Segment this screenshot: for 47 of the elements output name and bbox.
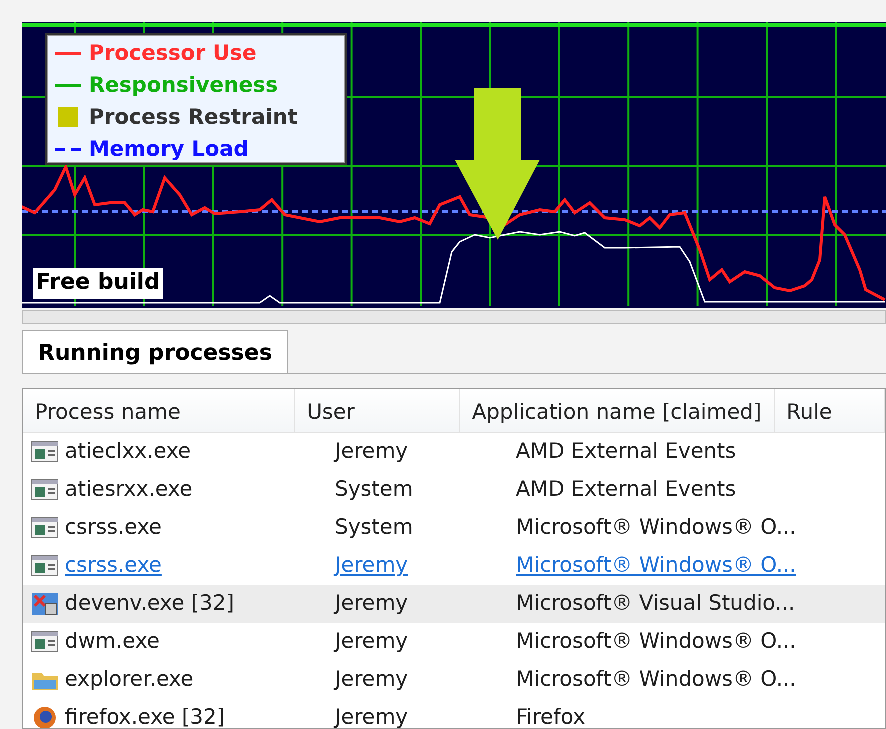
process-row[interactable]: devenv.exe [32] Jeremy Microsoft® Visual Studio... (23, 585, 885, 623)
process-name: atiesrxx.exe (65, 476, 193, 504)
globe-icon (31, 706, 59, 728)
user-cell-text: Jeremy (332, 590, 410, 618)
application-cell-text: Microsoft® Windows® O... (515, 666, 798, 694)
user-cell-text: Jeremy (332, 628, 410, 656)
legend-label: Memory Load (89, 138, 249, 160)
build-label: Free build (33, 268, 164, 299)
application-cell-text: Microsoft® Windows® O... (515, 628, 798, 656)
user-cell-text: Jeremy (332, 552, 410, 580)
column-header[interactable]: User (295, 389, 460, 432)
application-cell-text: AMD External Events (515, 476, 738, 504)
legend-label: Processor Use (89, 42, 257, 64)
user-cell-text: Jeremy (332, 438, 410, 466)
legend-label: Responsiveness (89, 74, 278, 96)
application-cell-text: AMD External Events (515, 438, 738, 466)
application-cell-text: Microsoft® Windows® O... (515, 552, 798, 580)
process-row[interactable]: explorer.exe Jeremy Microsoft® Windows® O... (23, 661, 885, 699)
process-row[interactable]: atiesrxx.exe System AMD External Events (23, 471, 885, 509)
process-name: explorer.exe (65, 666, 194, 694)
process-name: csrss.exe (65, 514, 162, 542)
process-name: dwm.exe (65, 628, 160, 656)
splitter-bar[interactable] (22, 310, 886, 324)
process-name: csrss.exe (65, 552, 162, 580)
application-cell-text: Microsoft® Windows® O... (515, 514, 798, 542)
process-name: atieclxx.exe (65, 438, 192, 466)
user-cell-text: System (334, 514, 414, 542)
column-header[interactable]: Application name [claimed] (460, 389, 775, 432)
window-icon (31, 630, 59, 654)
window-icon (31, 554, 59, 578)
user-cell-text: System (334, 476, 414, 504)
process-row[interactable]: csrss.exe System Microsoft® Windows® O... (23, 509, 885, 547)
window-icon (31, 478, 59, 502)
application-cell-text: Microsoft® Visual Studio... (515, 590, 796, 618)
user-cell-text: Jeremy (332, 666, 410, 694)
column-header[interactable]: Process name (23, 389, 296, 432)
process-name: devenv.exe [32] (65, 590, 234, 618)
process-row[interactable]: dwm.exe Jeremy Microsoft® Windows® O... (23, 623, 885, 661)
process-name: firefox.exe [32] (65, 704, 226, 728)
legend-label: Process Restraint (89, 106, 298, 128)
tab[interactable]: Running processes (22, 330, 288, 373)
window-icon (31, 440, 59, 464)
application-cell-text: Firefox (515, 704, 587, 728)
window-icon (31, 516, 59, 540)
process-row[interactable]: atieclxx.exe Jeremy AMD External Events (23, 433, 885, 471)
process-row[interactable]: csrss.exe Jeremy Microsoft® Windows® O... (23, 547, 885, 585)
column-header[interactable]: Rule (774, 389, 885, 432)
